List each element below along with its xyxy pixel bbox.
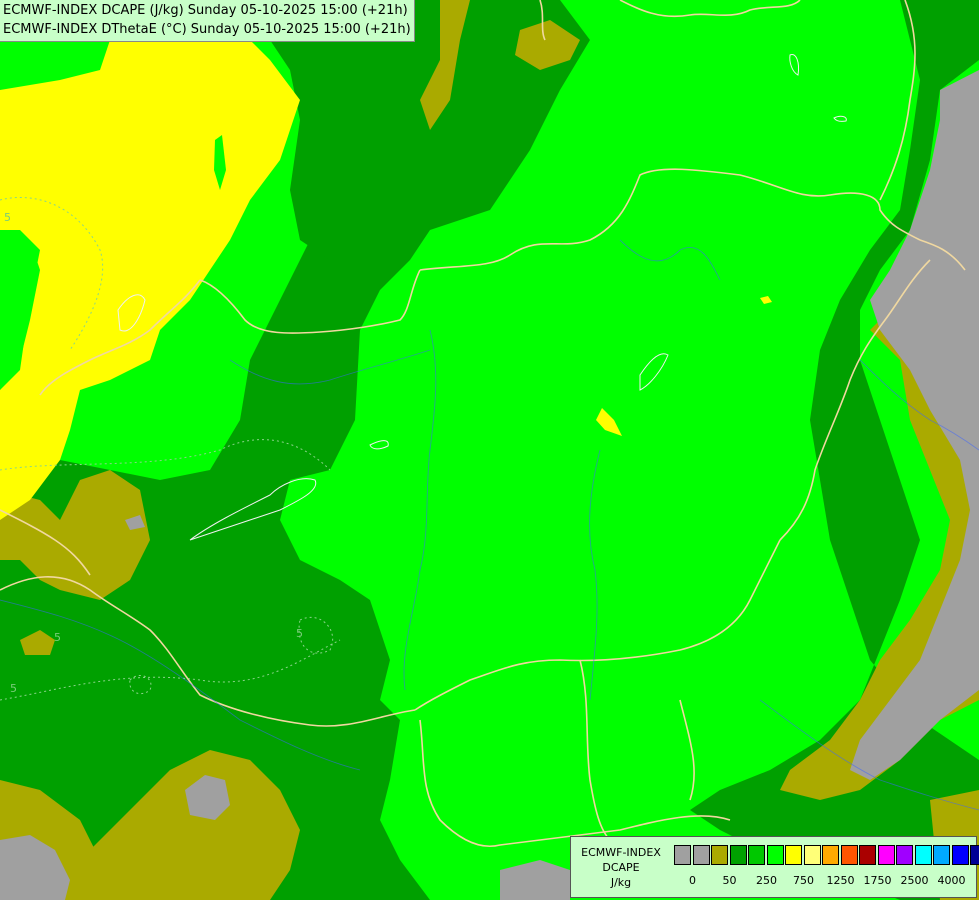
legend-swatch <box>896 845 913 865</box>
contour-label: 5 <box>296 627 303 640</box>
map-title-box: ECMWF-INDEX DCAPE (J/kg) Sunday 05-10-20… <box>0 0 415 42</box>
legend-swatches <box>674 845 979 867</box>
legend-swatch <box>840 845 858 865</box>
legend-tick-label: 750 <box>793 874 814 887</box>
legend-tick-label: 0 <box>689 874 696 887</box>
color-legend: ECMWF-INDEX DCAPE J/kg 0 50 250 750 1250 1750… <box>570 836 979 898</box>
legend-swatch <box>692 845 710 865</box>
legend-swatch <box>711 845 728 865</box>
legend-swatch <box>748 845 765 865</box>
legend-swatch <box>914 845 932 865</box>
legend-swatch <box>859 845 876 865</box>
contour-label: 5 <box>10 682 17 695</box>
legend-swatch <box>822 845 839 865</box>
contour-label: 5 <box>54 631 61 644</box>
legend-swatch <box>766 845 784 865</box>
legend-swatch <box>674 845 691 865</box>
legend-tick-label: 4000 <box>937 874 966 887</box>
legend-swatch <box>729 845 747 865</box>
legend-tick-label: 250 <box>756 874 777 887</box>
legend-swatch <box>803 845 821 865</box>
legend-tick-label: 2500 <box>900 874 929 887</box>
contour-label: 5 <box>4 211 11 224</box>
legend-swatch <box>877 845 895 865</box>
legend-swatch <box>785 845 802 865</box>
dcape-map: 5 5 5 5 <box>0 0 979 900</box>
legend-swatch <box>951 845 969 865</box>
legend-tick-label: 1250 <box>826 874 855 887</box>
title-dthetae: ECMWF-INDEX DThetaE (°C) Sunday 05-10-20… <box>3 22 411 37</box>
legend-ticks: 0 50 250 750 1250 1750 2500 4000 <box>674 874 974 888</box>
legend-tick-label: 50 <box>722 874 737 887</box>
legend-swatch <box>970 845 979 865</box>
legend-swatch <box>933 845 950 865</box>
legend-tick-label: 1750 <box>863 874 892 887</box>
legend-title: ECMWF-INDEX DCAPE J/kg <box>581 846 661 889</box>
title-dcape: ECMWF-INDEX DCAPE (J/kg) Sunday 05-10-20… <box>3 3 408 18</box>
